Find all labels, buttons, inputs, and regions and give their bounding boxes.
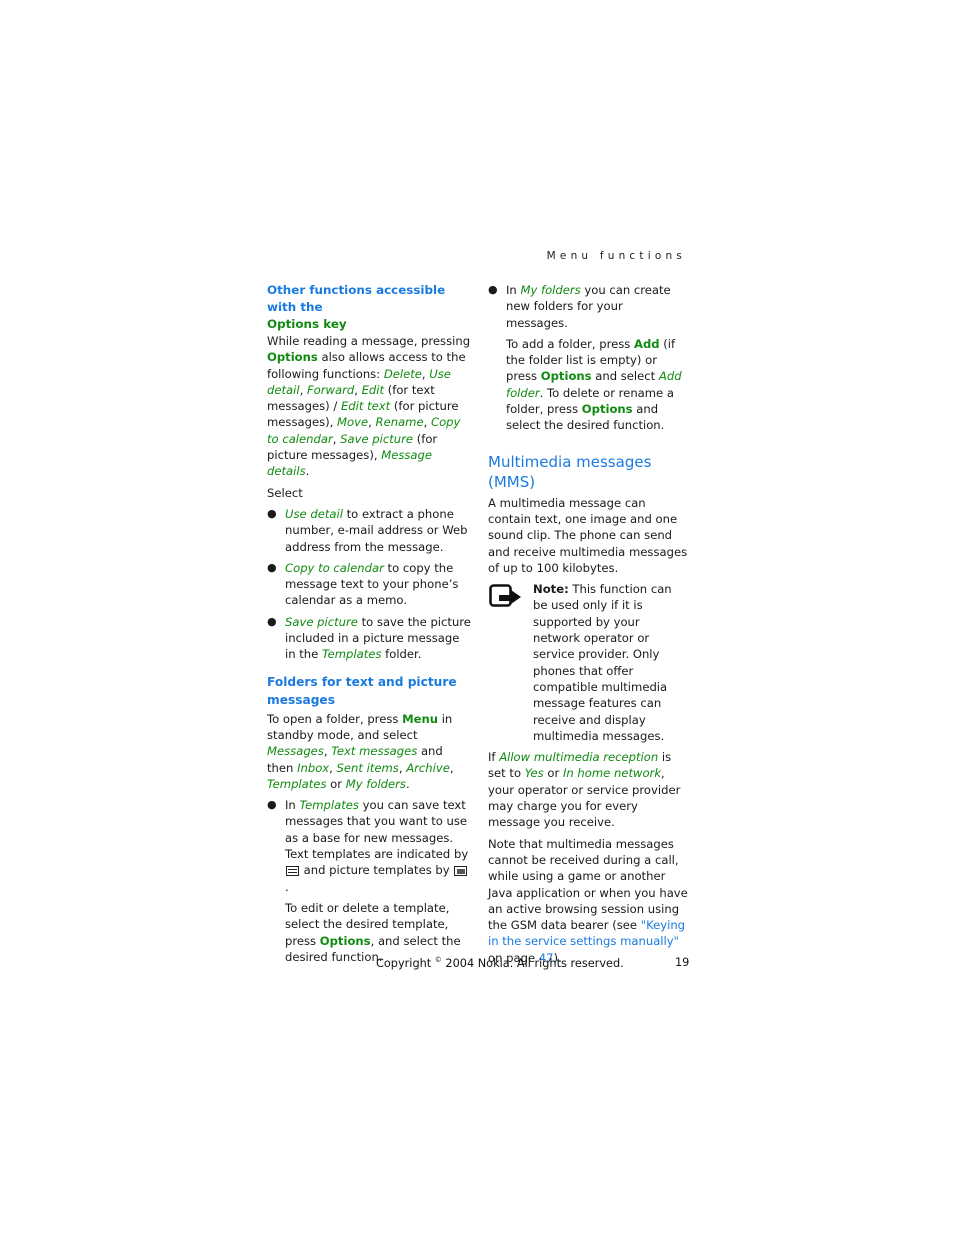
text-template-icon [286,866,299,877]
options-key: Options [319,933,371,948]
copyright-footer: Copyright © 2004 Nokia. All rights reser… [376,956,624,970]
note-hand-icon [489,584,521,607]
myfolders-bullet-list: ● In My folders you can create new folder… [488,282,688,331]
option-save-picture: Save picture [340,431,414,446]
option-forward: Forward [306,382,355,397]
option-allow-mms-reception: Allow multimedia reception [499,750,659,765]
text: , [354,382,362,397]
option-messages: Messages [267,744,324,759]
picture-template-icon [454,866,468,877]
text: . [405,776,410,791]
text: and select [591,369,659,384]
charge-paragraph: If Allow multimedia reception is set to … [488,749,688,830]
text: 2004 Nokia. All rights reserved. [441,956,624,970]
copyright-symbol: © [434,956,442,964]
bullet-icon: ● [488,283,498,296]
text: To add a folder, press [506,336,634,351]
text: . [305,464,310,479]
list-item: ● In My folders you can create new folder… [488,282,688,331]
mms-heading: Multimedia messages (MMS) [488,452,652,491]
text: , [329,760,337,775]
text: or [543,766,563,781]
text: folder. [381,647,422,662]
option-templates: Templates [299,798,359,813]
option-sent-items: Sent items [336,760,399,775]
options-key-heading: Other functions accessible with the Opti… [267,282,472,333]
folders-intro-paragraph: To open a folder, press Menu in standby … [267,711,472,792]
option-my-folders: My folders [520,283,581,297]
option-edit-text: Edit text [340,399,391,414]
mms-intro-paragraph: A multimedia message can contain text, o… [488,495,688,575]
running-head: Menu functions [546,250,686,262]
note-box: Note: This function can be used only if … [488,581,688,744]
add-key: Add [633,336,660,351]
option-name: Copy to calendar [285,560,384,575]
bullet-icon: ● [267,560,277,574]
option-name: Templates [321,647,382,662]
heading-part1: Other functions accessible with the [267,283,446,314]
bullet-icon: ● [267,798,277,812]
option-archive: Archive [406,760,450,775]
list-item: ● Use detail to extract a phone number, e… [267,506,472,555]
option-inbox: Inbox [297,760,330,775]
page-number: 19 [675,956,690,969]
text: In [506,283,521,297]
text: , [368,415,376,430]
option-rename: Rename [375,415,424,430]
right-column: ● In My folders you can create new folder… [488,282,688,971]
option-text-messages: Text messages [331,744,418,759]
text: , [423,415,431,430]
options-intro-paragraph: While reading a message, pressing Option… [267,333,472,480]
list-item: ● In Templates you can save text messages… [267,797,472,895]
text: or [326,776,346,791]
folders-bullet-list: ● In Templates you can save text messages… [267,797,472,895]
bullet-icon: ● [267,506,277,520]
text: In [285,798,300,813]
text: . [285,879,289,894]
text: To open a folder, press [267,711,403,726]
option-yes: Yes [524,766,544,781]
note-label: Note: [533,582,569,597]
list-item: ● Copy to calendar to copy the message te… [267,560,472,609]
list-item: ● Save picture to save the picture includ… [267,614,472,663]
folders-heading: Folders for text and picture messages [267,674,457,707]
option-delete: Delete [383,366,422,381]
options-key: Options [581,402,633,417]
option-my-folders: My folders [345,776,406,791]
text: Copyright [376,956,435,970]
text: , [449,760,454,775]
menu-key: Menu [402,711,439,726]
text: While reading a message, pressing [267,334,471,348]
text: If [488,750,500,765]
note-text: This function can be used only if it is … [533,582,672,743]
manual-page: Menu functions Other functions accessibl… [0,0,954,1235]
mms-restriction-paragraph: Note that multimedia messages cannot be … [488,836,688,966]
heading-part2: Options key [267,317,347,331]
select-label: Select [267,485,303,500]
add-folder-paragraph: To add a folder, press Add (if the folde… [488,336,688,434]
text: and picture templates by [300,863,454,878]
option-templates: Templates [267,776,327,791]
select-bullet-list: ● Use detail to extract a phone number, e… [267,506,472,663]
bullet-icon: ● [267,614,277,628]
option-in-home-network: In home network [562,766,662,781]
options-key: Options [540,369,592,384]
option-name: Save picture [285,614,358,629]
option-name: Use detail [285,506,343,521]
option-edit: Edit [361,382,385,397]
option-move: Move [337,415,369,430]
left-column: Other functions accessible with the Opti… [267,282,472,970]
options-key: Options [267,350,318,365]
text: , [299,382,307,397]
